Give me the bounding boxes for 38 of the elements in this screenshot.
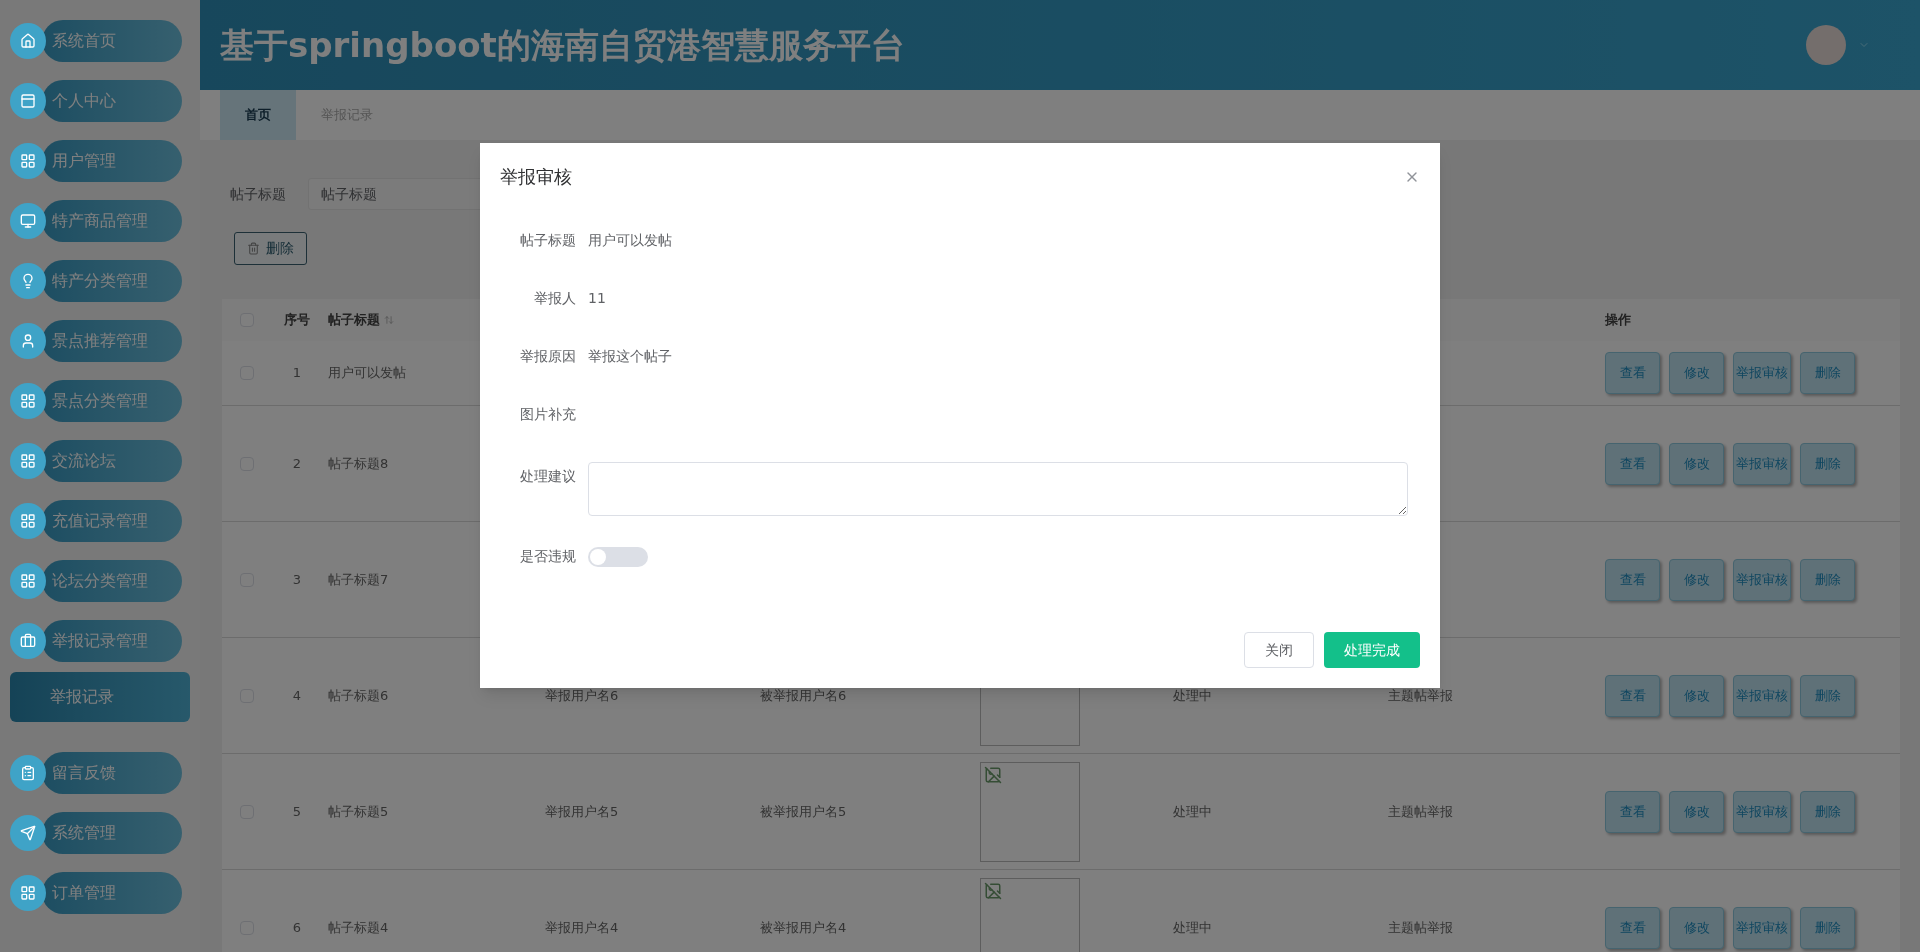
table-cell: 主题帖举报: [1387, 919, 1453, 935]
table-cell: 帖子标题5: [328, 803, 389, 819]
field-label: 是否违规: [519, 547, 577, 566]
field-value: 11: [588, 288, 606, 308]
table-cell: 举报用户名5: [545, 803, 619, 819]
table-cell: 帖子标题6: [328, 687, 389, 703]
column-header: 序号: [284, 311, 310, 330]
table-cell-text: 3: [292, 570, 302, 589]
column-header: 操作: [1605, 312, 1631, 328]
field-label: 帖子标题: [519, 230, 577, 250]
table-cell: 主题帖举报: [1387, 687, 1453, 703]
table-cell: 处理中: [1172, 803, 1212, 819]
table-cell: 被举报用户名6: [760, 687, 847, 703]
search-label: 帖子标题: [230, 184, 286, 204]
field-value: 举报这个帖子: [588, 346, 672, 366]
table-cell: 帖子标题4: [328, 919, 389, 935]
table-cell: 主题帖举报: [1387, 803, 1453, 819]
field-label: 举报原因: [519, 346, 577, 366]
table-cell-text: 2: [292, 454, 302, 473]
table-cell: 举报用户名6: [545, 687, 619, 703]
table-cell: 帖子标题8: [328, 455, 389, 471]
table-cell: 举报用户名4: [545, 919, 619, 935]
app-title: 基于springboot的海南自贸港智慧服务平台: [220, 23, 905, 67]
table-cell: 处理中: [1172, 919, 1212, 935]
table-cell: 用户可以发帖: [328, 365, 406, 381]
button-label: 删除: [266, 239, 294, 258]
table-cell: 被举报用户名5: [760, 803, 847, 819]
table-cell: 被举报用户名4: [760, 919, 847, 935]
table-cell: 处理中: [1172, 687, 1212, 703]
field-label: 图片补充: [519, 404, 577, 424]
field-value: 用户可以发帖: [588, 230, 672, 250]
table-cell: 帖子标题7: [328, 571, 389, 587]
table-cell-text: 1: [292, 364, 302, 383]
table-cell-text: 4: [292, 686, 302, 705]
table-cell-text: 6: [292, 918, 302, 937]
field-label: 处理建议: [519, 467, 577, 486]
table-cell-text: 5: [292, 802, 302, 821]
field-label: 举报人: [533, 288, 577, 308]
